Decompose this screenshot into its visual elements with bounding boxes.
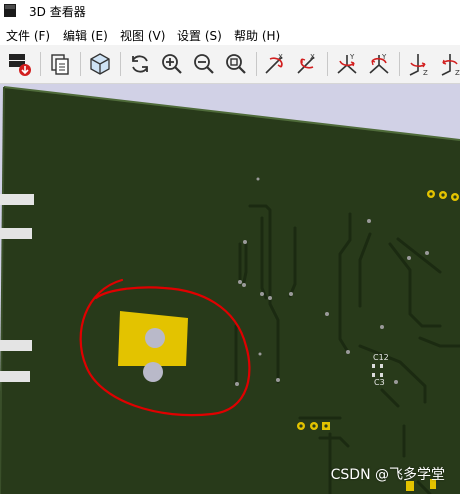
export-icon[interactable]	[4, 49, 34, 79]
zoom-in-icon[interactable]	[157, 49, 187, 79]
rotate-y-cw-icon[interactable]: Y	[332, 49, 362, 79]
svg-text:Z: Z	[423, 69, 428, 77]
pads-bottom	[297, 422, 330, 430]
toolbar-separator	[256, 52, 257, 76]
toolbar-separator	[40, 52, 41, 76]
app-icon	[4, 4, 16, 17]
silkscreen-label-c12: C12	[373, 353, 389, 362]
rotate-x-ccw-icon[interactable]: X	[292, 49, 322, 79]
silkscreen-label-c3: C3	[374, 378, 385, 387]
zoom-fit-icon[interactable]	[221, 49, 251, 79]
rotate-y-ccw-icon[interactable]: Y	[364, 49, 394, 79]
menu-edit[interactable]: 编辑 (E)	[63, 27, 108, 44]
window-title: 3D 查看器	[29, 5, 86, 19]
title-bar: 3D 查看器	[0, 0, 460, 22]
refresh-icon[interactable]	[125, 49, 155, 79]
watermark-text: CSDN @飞多学堂	[330, 467, 445, 483]
pcb-board	[0, 87, 460, 494]
copy-icon[interactable]	[45, 49, 75, 79]
menu-help[interactable]: 帮助 (H)	[234, 27, 280, 44]
toolbar-separator	[399, 52, 400, 76]
menu-settings[interactable]: 设置 (S)	[177, 27, 222, 44]
svg-text:Y: Y	[381, 53, 387, 61]
svg-text:Y: Y	[349, 53, 355, 61]
pcb-render: C12 C3	[0, 86, 460, 494]
3d-viewport[interactable]: C12 C3 CSDN @飞多学堂	[0, 84, 460, 494]
rotate-x-cw-icon[interactable]: X	[260, 49, 290, 79]
menu-view[interactable]: 视图 (V)	[120, 27, 165, 44]
svg-text:X: X	[310, 53, 315, 61]
svg-text:X: X	[278, 53, 283, 61]
toolbar: X X Y Y Z Z	[0, 45, 460, 84]
3d-view-icon[interactable]	[85, 49, 115, 79]
watermark: CSDN @飞多学堂	[331, 464, 445, 484]
menu-file[interactable]: 文件 (F)	[6, 27, 50, 44]
svg-text:Z: Z	[455, 69, 460, 77]
toolbar-separator	[327, 52, 328, 76]
zoom-out-icon[interactable]	[189, 49, 219, 79]
rotate-z-cw-icon[interactable]: Z	[404, 49, 434, 79]
toolbar-separator	[80, 52, 81, 76]
menu-bar: 文件 (F) 编辑 (E) 视图 (V) 设置 (S) 帮助 (H)	[0, 24, 460, 44]
rotate-z-ccw-icon[interactable]: Z	[436, 49, 460, 79]
toolbar-separator	[120, 52, 121, 76]
